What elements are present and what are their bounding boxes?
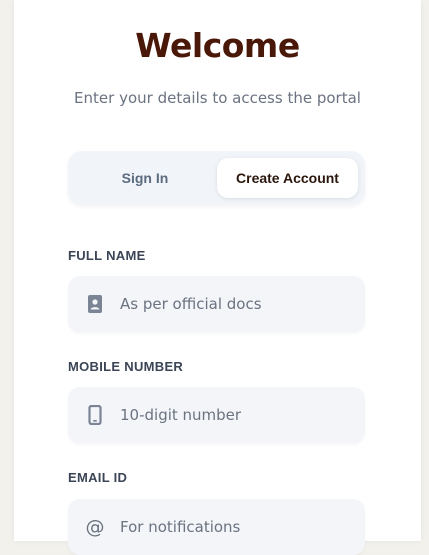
tab-sign-in[interactable]: Sign In: [75, 158, 215, 198]
at-icon: @: [85, 515, 105, 538]
auth-mode-tabs: Sign In Create Account: [68, 151, 365, 205]
tab-create-account[interactable]: Create Account: [217, 158, 358, 198]
mobile-number-field-wrapper: [68, 387, 365, 443]
email-field-wrapper: @: [68, 499, 365, 555]
page-subtitle: Enter your details to access the portal: [74, 89, 361, 107]
full-name-field-wrapper: [68, 276, 365, 332]
mobile-number-input[interactable]: [120, 387, 350, 443]
page-title: Welcome: [135, 26, 300, 65]
full-name-label: FULL NAME: [68, 248, 146, 263]
phone-icon: [86, 404, 104, 426]
email-input[interactable]: [120, 499, 350, 555]
auth-card: Welcome Enter your details to access the…: [14, 0, 421, 555]
full-name-input[interactable]: [120, 276, 350, 332]
mobile-number-label: MOBILE NUMBER: [68, 359, 184, 374]
email-label: EMAIL ID: [68, 470, 128, 485]
id-card-icon: [86, 293, 104, 315]
